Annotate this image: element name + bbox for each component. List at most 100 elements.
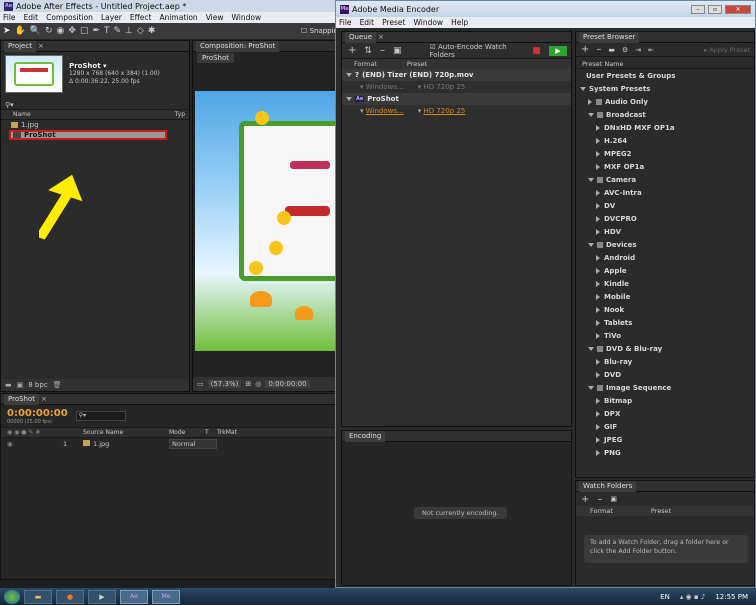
ae-menu-file[interactable]: File xyxy=(3,13,16,22)
pan-tool-icon[interactable]: ✥ xyxy=(68,26,76,36)
expand-icon[interactable] xyxy=(596,410,600,417)
always-preview-icon[interactable]: ▭ xyxy=(197,380,204,388)
col-type[interactable]: Typ xyxy=(175,111,185,118)
preset-name-col[interactable]: Preset Name xyxy=(576,60,754,69)
add-icon[interactable]: + xyxy=(348,45,356,56)
collapse-icon[interactable] xyxy=(588,385,594,390)
start-queue-button[interactable]: ▶ xyxy=(548,45,567,56)
preset-item[interactable]: Blu-ray xyxy=(576,355,754,368)
close-icon[interactable]: × xyxy=(38,42,44,50)
preset-group[interactable]: Camera xyxy=(576,173,754,186)
col-source-name[interactable]: Source Name xyxy=(83,429,169,436)
collapse-icon[interactable] xyxy=(588,177,594,182)
preset-group[interactable]: Audio Only xyxy=(576,95,754,108)
start-button[interactable] xyxy=(4,589,20,604)
preset-item[interactable]: DNxHD MXF OP1a xyxy=(576,121,754,134)
zoom-dropdown[interactable]: (57.3%) xyxy=(207,380,242,388)
rect-tool-icon[interactable]: ▢ xyxy=(80,26,89,36)
expand-icon[interactable] xyxy=(596,150,600,157)
timeline-search-input[interactable]: ⚲▾ xyxy=(75,411,126,421)
preset-item[interactable]: GIF xyxy=(576,420,754,433)
expand-icon[interactable] xyxy=(596,449,600,456)
col-mode[interactable]: Mode xyxy=(169,429,205,436)
tab-watch-folders[interactable]: Watch Folders xyxy=(579,480,637,492)
expand-icon[interactable] xyxy=(596,254,600,261)
preset-group[interactable]: Image Sequence xyxy=(576,381,754,394)
text-tool-icon[interactable]: T xyxy=(104,26,110,36)
preset-item[interactable]: Android xyxy=(576,251,754,264)
queue-item-1[interactable]: ? (END) Tizer (END) 720p.mov xyxy=(342,69,571,81)
preset-item[interactable]: Mobile xyxy=(576,290,754,303)
preset-group[interactable]: Devices xyxy=(576,238,754,251)
ame-menu-window[interactable]: Window xyxy=(413,18,443,27)
wf-col-preset[interactable]: Preset xyxy=(651,507,671,515)
wf-col-format[interactable]: Format xyxy=(590,507,613,515)
preset-item[interactable]: Kindle xyxy=(576,277,754,290)
expand-icon[interactable] xyxy=(596,397,600,404)
preset-item[interactable]: Tablets xyxy=(576,316,754,329)
bpc-label[interactable]: 8 bpc xyxy=(28,381,47,389)
layer-eye-icon[interactable]: ◉ xyxy=(7,440,63,448)
trash-icon[interactable]: 🗑 xyxy=(53,381,62,389)
expand-icon[interactable] xyxy=(596,280,600,287)
brush-tool-icon[interactable]: ✎ xyxy=(114,26,122,36)
folder-icon[interactable]: ▬ xyxy=(5,381,12,389)
stamp-tool-icon[interactable]: ⊥ xyxy=(125,26,133,36)
preset-item[interactable]: DPX xyxy=(576,407,754,420)
preset-item[interactable]: Bitmap xyxy=(576,394,754,407)
preset-item[interactable]: H.264 xyxy=(576,134,754,147)
col-format[interactable]: Format xyxy=(354,60,377,68)
expand-icon[interactable] xyxy=(596,293,600,300)
close-icon[interactable]: × xyxy=(41,395,47,403)
expand-icon[interactable] xyxy=(596,124,600,131)
user-presets[interactable]: User Presets & Groups xyxy=(576,69,754,82)
expand-icon[interactable] xyxy=(588,98,592,105)
col-name[interactable]: Name xyxy=(13,111,31,118)
expand-icon[interactable] xyxy=(596,267,600,274)
preset-item[interactable]: PNG xyxy=(576,446,754,459)
apply-preset-button[interactable]: ▸ Apply Preset xyxy=(704,46,750,54)
tab-encoding[interactable]: Encoding xyxy=(345,430,386,442)
comp-viewer[interactable] xyxy=(195,91,335,351)
taskbar-ae-icon[interactable]: Ae xyxy=(120,589,148,604)
expand-icon[interactable] xyxy=(596,215,600,222)
ae-menu-view[interactable]: View xyxy=(206,13,224,22)
remove-icon[interactable]: – xyxy=(380,45,385,56)
preset-item[interactable]: DV xyxy=(576,199,754,212)
remove-icon[interactable]: – xyxy=(597,494,602,505)
minimize-button[interactable]: – xyxy=(691,4,705,14)
grid-icon[interactable]: ⊞ xyxy=(245,380,251,388)
preset-item[interactable]: JPEG xyxy=(576,433,754,446)
taskbar-media-icon[interactable]: ▶ xyxy=(88,589,116,604)
import-icon[interactable]: ⇥ xyxy=(635,46,641,54)
ame-menu-file[interactable]: File xyxy=(339,18,352,27)
project-item-jpg[interactable]: 1.jpg xyxy=(1,120,189,130)
ae-menu-effect[interactable]: Effect xyxy=(130,13,152,22)
add-folder-icon[interactable]: + xyxy=(581,494,589,505)
export-icon[interactable]: ⇤ xyxy=(648,46,654,54)
tab-comp-proshot[interactable]: ProShot xyxy=(197,53,235,63)
close-button[interactable]: ✕ xyxy=(725,4,751,14)
preset-2-text[interactable]: HD 720p 25 xyxy=(423,107,465,115)
col-trkmat[interactable]: TrkMat xyxy=(217,429,257,436)
preset-item[interactable]: Nook xyxy=(576,303,754,316)
tab-timeline-proshot[interactable]: ProShot xyxy=(4,393,40,405)
expand-icon[interactable] xyxy=(596,319,600,326)
new-comp-icon[interactable]: ▣ xyxy=(17,381,24,389)
preset-group[interactable]: Broadcast xyxy=(576,108,754,121)
camera-tool-icon[interactable]: ◉ xyxy=(57,26,65,36)
zoom-tool-icon[interactable]: 🔍 xyxy=(30,26,41,36)
timeline-layer-row[interactable]: ◉ 1 1.jpg Normal xyxy=(1,438,337,449)
expand-icon[interactable] xyxy=(596,358,600,365)
expand-icon[interactable] xyxy=(596,371,600,378)
eraser-tool-icon[interactable]: ◇ xyxy=(137,26,144,36)
ame-menu-preset[interactable]: Preset xyxy=(382,18,405,27)
system-presets[interactable]: System Presets xyxy=(576,82,754,95)
expand-icon[interactable] xyxy=(346,73,352,77)
preset-item[interactable]: DVCPRO xyxy=(576,212,754,225)
ae-menu-window[interactable]: Window xyxy=(232,13,262,22)
taskbar-explorer-icon[interactable]: ▬ xyxy=(24,589,52,604)
col-t[interactable]: T xyxy=(205,429,217,436)
snapping-checkbox[interactable]: ☐ Snappin xyxy=(301,27,338,35)
expand-icon[interactable] xyxy=(596,228,600,235)
